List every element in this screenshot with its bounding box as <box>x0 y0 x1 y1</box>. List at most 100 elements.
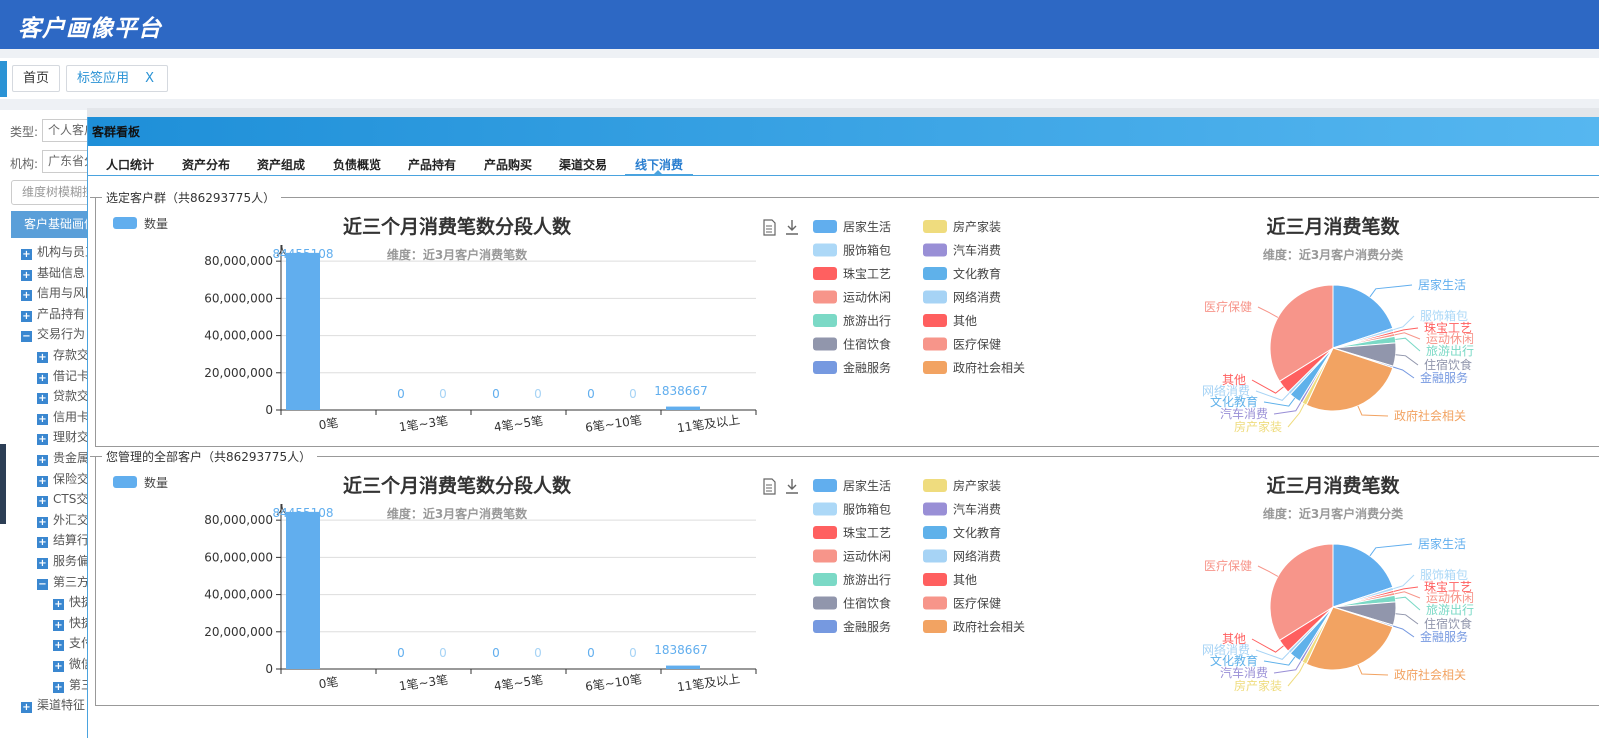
tree-node[interactable]: +快捷支付 <box>53 616 90 631</box>
bar[interactable] <box>666 406 700 410</box>
tree-node[interactable]: +支付宝 <box>53 636 90 652</box>
expand-icon[interactable]: + <box>37 434 48 446</box>
expand-icon[interactable]: + <box>37 558 48 569</box>
tree-node[interactable]: + 信用与风险 <box>21 286 90 302</box>
collapse-icon[interactable]: − <box>21 331 32 343</box>
expand-icon[interactable]: + <box>53 681 64 693</box>
download-icon[interactable] <box>786 479 798 494</box>
expand-icon[interactable]: + <box>37 372 48 384</box>
expand-icon[interactable]: + <box>37 537 48 549</box>
tree-node[interactable]: + CTS交易 <box>37 492 90 508</box>
expand-icon[interactable]: + <box>21 249 32 260</box>
tree-node[interactable]: + 外汇交易 <box>37 513 90 528</box>
pie-legend-swatch[interactable] <box>923 337 947 351</box>
pie-legend-swatch[interactable] <box>923 314 947 327</box>
pie-legend-swatch[interactable] <box>813 220 837 233</box>
data-view-icon[interactable] <box>763 219 776 236</box>
expand-icon[interactable]: + <box>53 640 64 652</box>
pie-legend-swatch[interactable] <box>923 243 947 257</box>
pie-legend-swatch[interactable] <box>923 479 947 492</box>
pie-legend-swatch[interactable] <box>923 220 947 233</box>
legend-swatch-count[interactable] <box>113 476 137 488</box>
org-select[interactable]: 广东省分行 <box>42 150 90 173</box>
tab-home[interactable]: 首页 <box>12 65 60 92</box>
pie-legend-swatch[interactable] <box>813 573 837 586</box>
pie-legend-swatch[interactable] <box>923 267 947 280</box>
expand-icon[interactable]: + <box>21 310 32 322</box>
tab-tag-application[interactable]: 标签应用 X <box>66 65 168 92</box>
data-view-icon[interactable] <box>763 478 776 495</box>
pie-legend-swatch[interactable] <box>813 337 837 351</box>
expand-icon[interactable]: + <box>53 599 64 611</box>
tree-node[interactable]: + 存款交易 <box>37 348 90 363</box>
legend-swatch-count[interactable] <box>113 217 137 229</box>
expand-icon[interactable]: + <box>37 352 48 363</box>
close-icon[interactable]: X <box>145 66 154 91</box>
tree-node[interactable]: + 理财交易 <box>37 430 90 446</box>
dimension-search-input[interactable]: 维度树模糊搜索 <box>11 180 90 205</box>
tree-node[interactable]: + 结算行为 <box>37 533 90 549</box>
pie-legend-swatch[interactable] <box>813 526 837 539</box>
pie-legend-swatch[interactable] <box>813 243 837 257</box>
tree-node[interactable]: + 贵金属交易 <box>37 451 90 466</box>
pie-legend-swatch[interactable] <box>813 290 837 304</box>
pie-legend-swatch[interactable] <box>813 479 837 492</box>
tab-population[interactable]: 人口统计 <box>106 156 154 173</box>
pie-legend-swatch[interactable] <box>813 314 837 327</box>
tree-node[interactable]: + 服务偏好 <box>37 554 90 569</box>
bar[interactable] <box>286 511 320 669</box>
pie-legend-swatch[interactable] <box>813 596 837 610</box>
type-select[interactable]: 个人客户 <box>42 119 90 142</box>
tab-product-holding[interactable]: 产品持有 <box>408 156 456 173</box>
expand-icon[interactable]: + <box>21 290 32 302</box>
expand-icon[interactable]: + <box>37 413 48 425</box>
tree-node[interactable]: +快捷支付 <box>53 595 90 611</box>
tree-node[interactable]: −第三方支付 <box>37 575 90 590</box>
tree-node[interactable]: + 渠道特征 <box>21 698 85 714</box>
tree-node[interactable]: +微信支付 <box>53 657 90 672</box>
pie-legend-swatch[interactable] <box>923 596 947 610</box>
tree-node[interactable]: + 贷款交易 <box>37 389 90 405</box>
bar[interactable] <box>286 252 320 410</box>
sidebar-collapse-toggle[interactable] <box>0 444 6 524</box>
pie-legend-swatch[interactable] <box>813 267 837 280</box>
tab-asset-distribution[interactable]: 资产分布 <box>182 156 230 173</box>
expand-icon[interactable]: + <box>37 455 48 466</box>
tree-node[interactable]: + 借记卡交易 <box>37 369 90 384</box>
bar[interactable] <box>666 665 700 669</box>
expand-icon[interactable]: + <box>37 475 48 487</box>
pie-legend-swatch[interactable] <box>923 573 947 586</box>
tree-node[interactable]: − 交易行为 <box>21 327 85 343</box>
pie-legend-swatch[interactable] <box>923 620 947 633</box>
expand-icon[interactable]: + <box>37 496 48 508</box>
pie-legend-swatch[interactable] <box>923 502 947 516</box>
collapse-icon[interactable]: − <box>37 578 48 590</box>
pie-legend-swatch[interactable] <box>813 620 837 633</box>
download-icon[interactable] <box>786 220 798 235</box>
tab-product-purchase[interactable]: 产品购买 <box>484 156 532 173</box>
tree-node[interactable]: + 信用卡交易 <box>37 410 90 425</box>
pie-legend-swatch[interactable] <box>813 549 837 563</box>
tree-node[interactable]: + 保险交易 <box>37 472 90 487</box>
tree-node[interactable]: + 基础信息 <box>21 266 85 281</box>
expand-icon[interactable]: + <box>37 516 48 528</box>
tab-channel-transactions[interactable]: 渠道交易 <box>559 156 607 173</box>
tab-liability-overview[interactable]: 负债概览 <box>333 156 381 173</box>
expand-icon[interactable]: + <box>21 702 32 714</box>
pie-legend-swatch[interactable] <box>923 361 947 374</box>
pie-legend-swatch[interactable] <box>813 361 837 374</box>
pie-legend-swatch[interactable] <box>923 549 947 563</box>
expand-icon[interactable]: + <box>37 393 48 405</box>
expand-icon[interactable]: + <box>21 269 32 281</box>
expand-icon[interactable]: + <box>53 661 64 672</box>
pie-legend-swatch[interactable] <box>923 526 947 539</box>
expand-icon[interactable]: + <box>53 619 64 631</box>
pie-legend-swatch[interactable] <box>813 502 837 516</box>
tree-node[interactable]: + 产品持有 <box>21 307 85 322</box>
tab-asset-composition[interactable]: 资产组成 <box>257 156 305 173</box>
horizontal-scrollbar[interactable] <box>87 108 1599 117</box>
pie-legend-swatch[interactable] <box>923 290 947 304</box>
category-header[interactable]: 客户基础画像 <box>11 211 90 238</box>
tree-node[interactable]: + 机构与员工 <box>21 245 90 260</box>
tree-node[interactable]: +第三方其他 <box>53 678 90 693</box>
